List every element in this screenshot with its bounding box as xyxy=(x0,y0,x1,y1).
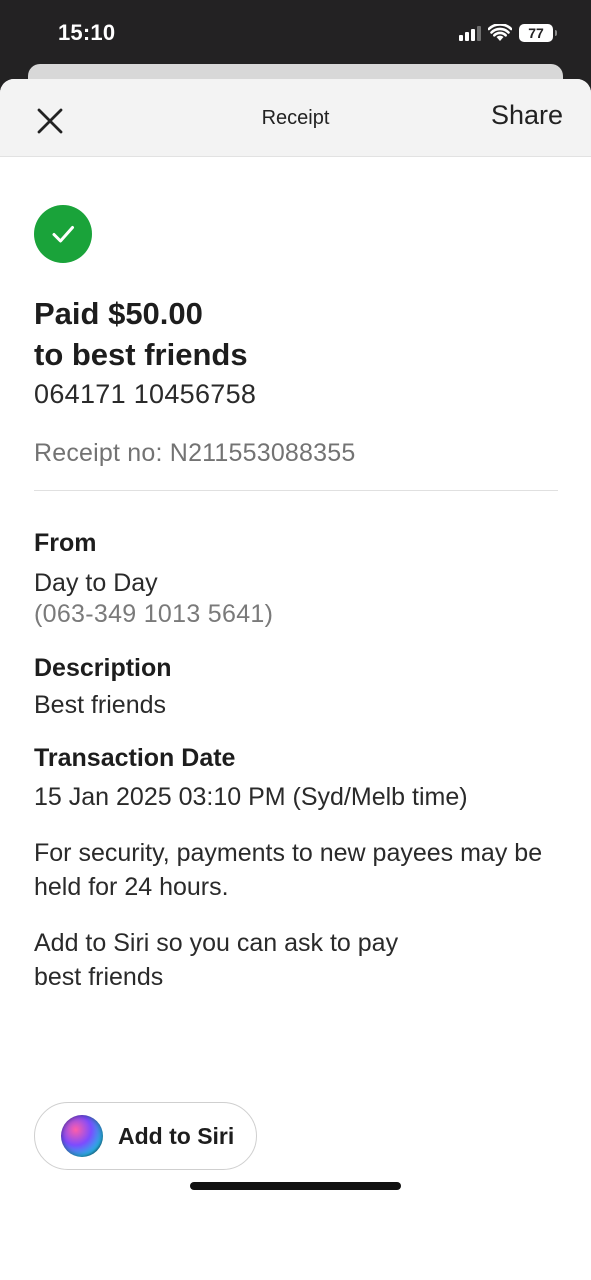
security-notice: For security, payments to new payees may… xyxy=(34,839,543,901)
share-button[interactable]: Share xyxy=(491,100,563,131)
status-time: 15:10 xyxy=(58,20,116,45)
payment-summary: Paid $50.00 to best friends xyxy=(34,293,558,375)
payee-account-number: 064171 10456758 xyxy=(34,379,257,409)
status-bar: 15:10 77 xyxy=(0,0,591,66)
siri-icon xyxy=(61,1115,103,1157)
description-value: Best friends xyxy=(34,691,167,719)
paid-amount: Paid $50.00 xyxy=(34,296,203,331)
transaction-date-section: Transaction Date 15 Jan 2025 03:10 PM (S… xyxy=(34,744,558,812)
divider xyxy=(34,490,558,491)
payee-name: to best friends xyxy=(34,337,248,372)
from-label: From xyxy=(34,529,97,557)
from-section: From Day to Day (063-349 1013 5641) xyxy=(34,529,558,629)
receipt-content: Paid $50.00 to best friends 064171 10456… xyxy=(34,205,558,1170)
description-label: Description xyxy=(34,654,172,682)
battery-icon: 77 xyxy=(519,24,557,42)
siri-prompt: Add to Siri so you can ask to pay best f… xyxy=(34,929,399,991)
transaction-date-label: Transaction Date xyxy=(34,744,236,772)
check-circle-icon xyxy=(34,205,92,263)
description-section: Description Best friends xyxy=(34,654,558,720)
add-to-siri-button[interactable]: Add to Siri xyxy=(34,1102,257,1170)
add-to-siri-label: Add to Siri xyxy=(118,1122,235,1149)
nav-bar: Receipt Share xyxy=(0,79,591,157)
from-account-number: (063-349 1013 5641) xyxy=(34,600,274,628)
signal-icon xyxy=(459,25,481,41)
receipt-number: Receipt no: N211553088355 xyxy=(34,439,356,467)
status-icons: 77 xyxy=(459,22,557,44)
checkmark-icon xyxy=(52,226,74,243)
wifi-icon xyxy=(488,24,512,41)
from-account-name: Day to Day xyxy=(34,569,158,597)
home-indicator[interactable] xyxy=(190,1182,401,1190)
transaction-date-value: 15 Jan 2025 03:10 PM (Syd/Melb time) xyxy=(34,783,468,811)
receipt-sheet: Receipt Share Paid $50.00 to best friend… xyxy=(0,79,591,1280)
